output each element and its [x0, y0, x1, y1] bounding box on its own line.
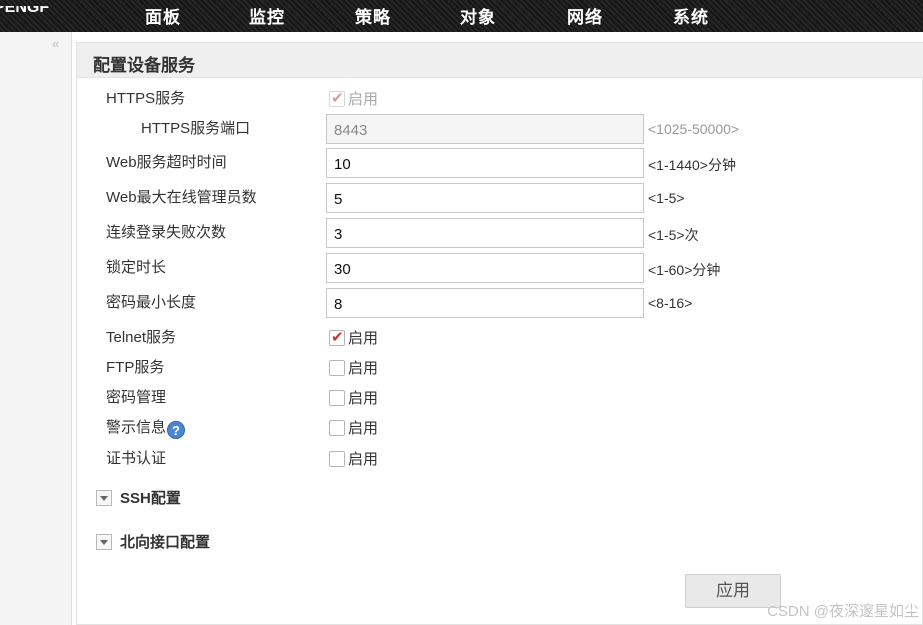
lock-duration-range-hint: <1-60>分钟: [648, 262, 721, 278]
certificate-auth-checkbox[interactable]: [329, 450, 345, 467]
login-failures-range-hint: <1-5>次: [648, 227, 699, 243]
web-timeout-label: Web服务超时时间: [106, 154, 227, 171]
nav-object[interactable]: 对象: [460, 3, 496, 28]
ftp-service-option: 启用: [348, 360, 379, 377]
certificate-auth-option: 启用: [348, 451, 379, 468]
telnet-service-label: Telnet服务: [106, 329, 177, 346]
password-mgmt-toggle[interactable]: 启用: [329, 387, 378, 408]
https-port-input: 8443: [326, 114, 644, 144]
lock-duration-label: 锁定时长: [106, 259, 167, 276]
password-min-length-range-hint: <8-16>: [648, 295, 693, 311]
panel-header: 配置设备服务: [77, 43, 923, 78]
https-service-option: 启用: [348, 91, 379, 108]
northbound-config-section[interactable]: 北向接口配置: [96, 531, 210, 552]
web-max-admins-range-hint: <1-5>: [648, 190, 685, 206]
web-timeout-input[interactable]: 10: [326, 148, 644, 178]
ssh-config-section[interactable]: SSH配置: [96, 487, 181, 508]
https-service-checkbox: [329, 89, 345, 107]
ftp-service-toggle[interactable]: 启用: [329, 357, 378, 378]
telnet-service-checkbox[interactable]: [329, 328, 345, 346]
password-min-length-input[interactable]: 8: [326, 288, 644, 318]
password-mgmt-checkbox[interactable]: [329, 389, 345, 406]
lock-duration-input[interactable]: 30: [326, 253, 644, 283]
password-mgmt-option: 启用: [348, 390, 379, 407]
telnet-service-option: 启用: [348, 330, 379, 347]
collapse-triangle-icon[interactable]: [96, 533, 112, 550]
question-icon[interactable]: ?: [167, 421, 186, 439]
https-service-toggle: 启用: [329, 88, 378, 109]
brand-logo: PENGF: [0, 6, 50, 16]
web-max-admins-label: Web最大在线管理员数: [106, 189, 257, 206]
nav-monitor[interactable]: 监控: [249, 3, 285, 28]
warning-info-checkbox[interactable]: [329, 419, 345, 436]
ftp-service-checkbox[interactable]: [329, 359, 345, 376]
warning-info-toggle[interactable]: 启用: [329, 417, 378, 438]
northbound-config-label: 北向接口配置: [120, 534, 211, 551]
nav-policy[interactable]: 策略: [355, 3, 391, 28]
ftp-service-label: FTP服务: [106, 359, 165, 376]
panel-title: 配置设备服务: [93, 56, 195, 75]
nav-network[interactable]: 网络: [567, 3, 603, 28]
password-min-length-label: 密码最小长度: [106, 294, 197, 311]
login-failures-input[interactable]: 3: [326, 218, 644, 248]
password-mgmt-label: 密码管理: [106, 389, 167, 406]
login-failures-label: 连续登录失败次数: [106, 224, 227, 241]
web-timeout-range-hint: <1-1440>分钟: [648, 157, 736, 173]
top-nav-bar: PENGF 面板 监控 策略 对象 网络 系统: [0, 0, 923, 32]
double-chevron-left-icon[interactable]: «: [52, 36, 59, 51]
left-sidebar: [0, 32, 72, 625]
device-services-panel: 配置设备服务 HTTPS服务 启用 HTTPS服务端口 8443 <1025-5…: [76, 42, 923, 625]
https-service-label: HTTPS服务: [106, 90, 186, 107]
web-max-admins-input[interactable]: 5: [326, 183, 644, 213]
warning-info-option: 启用: [348, 420, 379, 437]
certificate-auth-label: 证书认证: [106, 450, 167, 467]
warning-info-label-group: 警示信息?: [106, 416, 186, 439]
sidebar-divider: [71, 32, 72, 625]
nav-dashboard[interactable]: 面板: [145, 3, 181, 28]
nav-system[interactable]: 系统: [673, 3, 709, 28]
ssh-config-label: SSH配置: [120, 490, 181, 507]
warning-info-label: 警示信息: [106, 419, 167, 436]
telnet-service-toggle[interactable]: 启用: [329, 327, 378, 348]
certificate-auth-toggle[interactable]: 启用: [329, 448, 378, 469]
csdn-watermark: CSDN @夜深邃星如尘: [767, 603, 919, 620]
https-port-label: HTTPS服务端口: [141, 120, 251, 137]
collapse-triangle-icon[interactable]: [96, 489, 112, 506]
https-port-range-hint: <1025-50000>: [648, 121, 740, 137]
